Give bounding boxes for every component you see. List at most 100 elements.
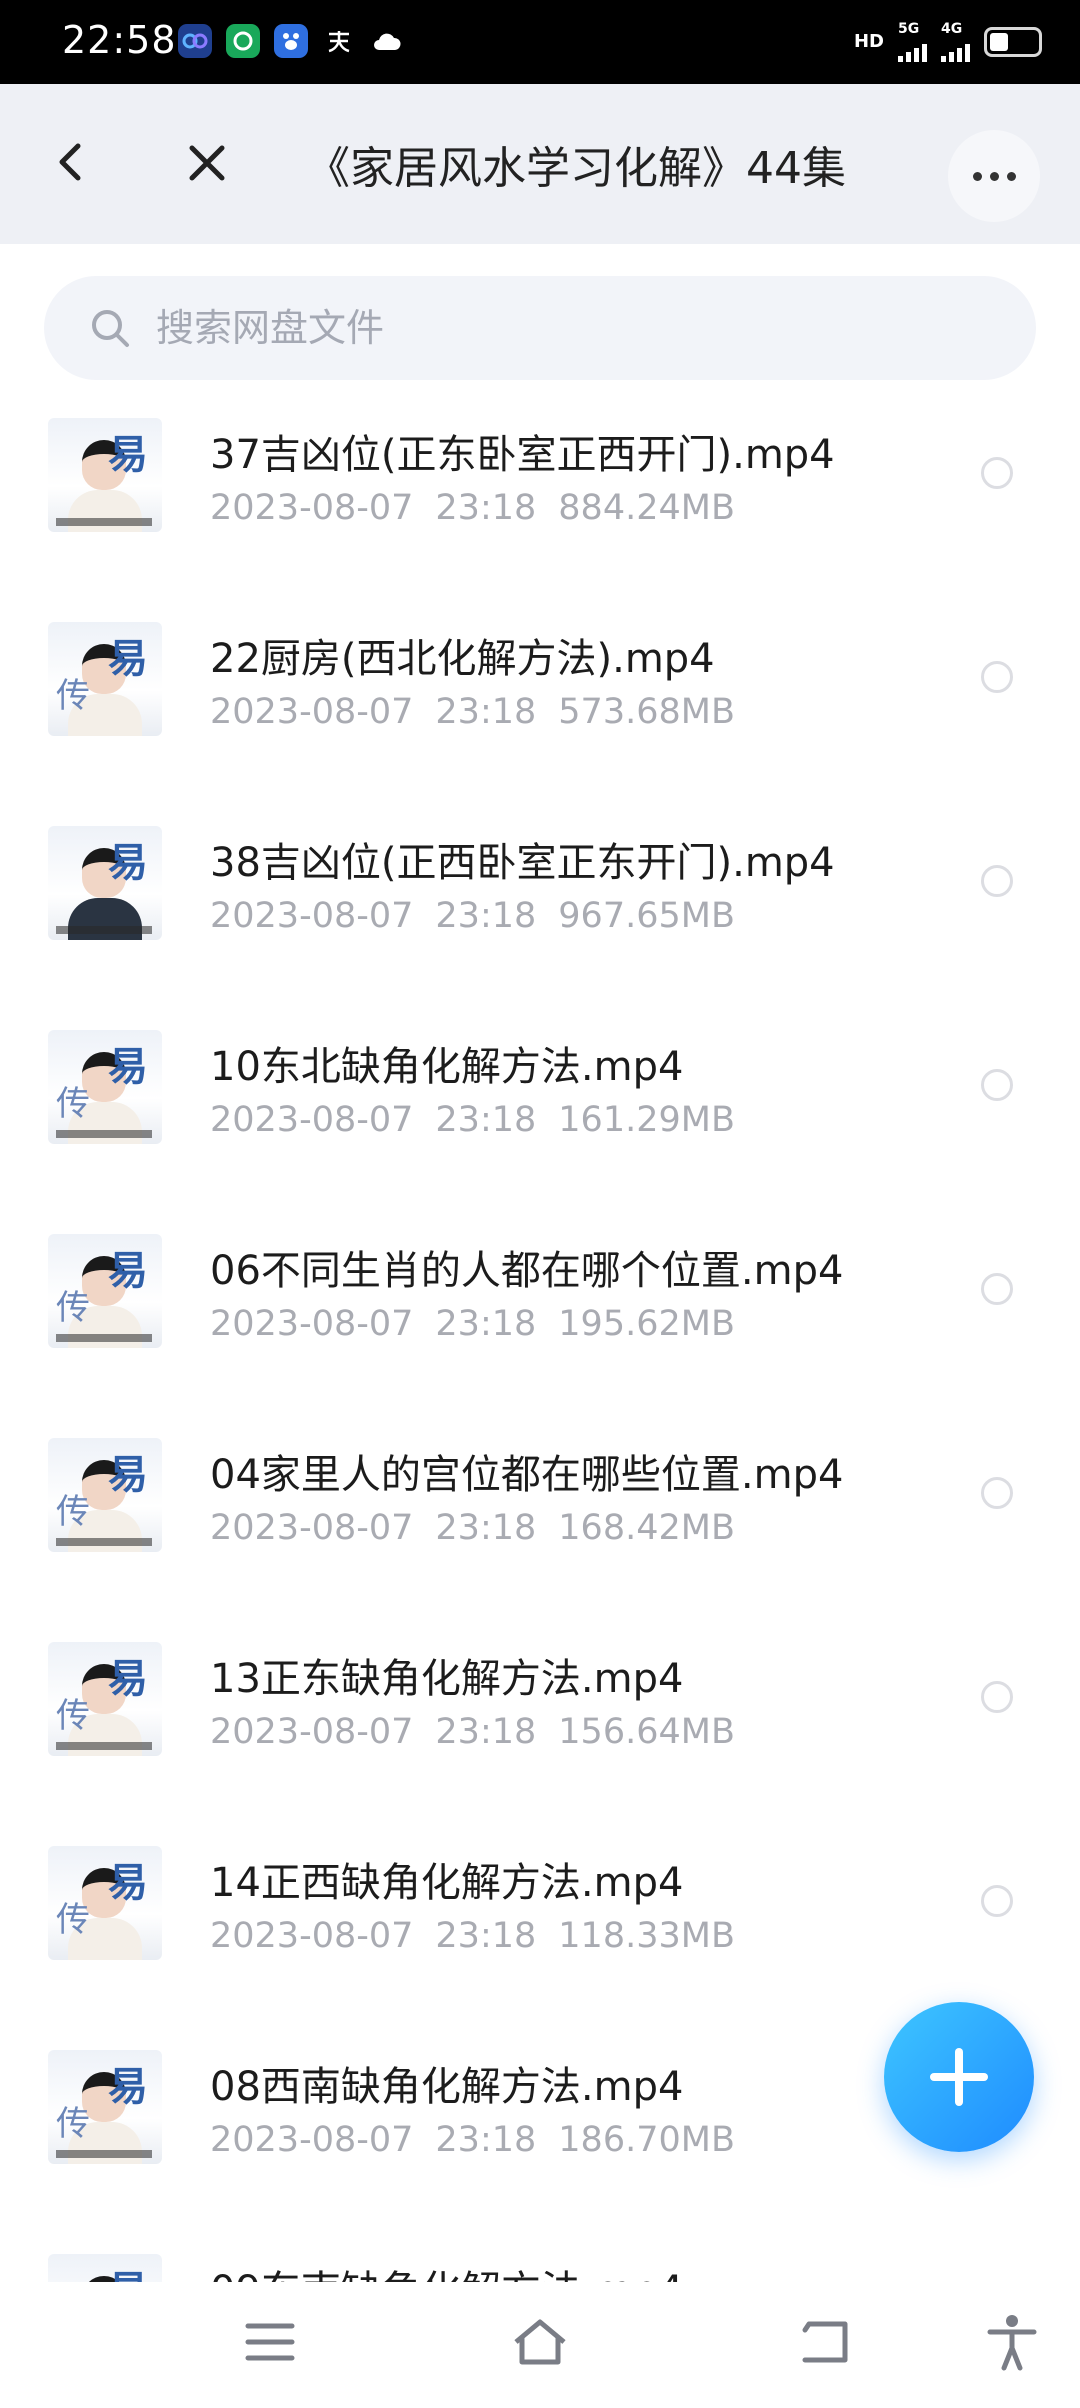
- file-size: 168.42MB: [558, 1508, 735, 1548]
- header-bar: 《家居风水学习化解》44集: [0, 84, 1080, 244]
- file-name: 06不同生肖的人都在哪个位置.mp4: [210, 1248, 844, 1294]
- baidu-icon: [274, 24, 308, 58]
- battery-icon: [984, 27, 1042, 57]
- file-name: 04家里人的宫位都在哪些位置.mp4: [210, 1452, 844, 1498]
- file-row[interactable]: 易 传 22厨房(西北化解方法).mp4 2023-08-07 23:18 573.…: [0, 604, 1080, 808]
- file-meta: 2023-08-07 23:18 573.68MB: [210, 692, 757, 732]
- app-screen: 22:58 HD 5G 4G 《家居风水学习化解》44集 搜索网盘文件 易 37…: [0, 0, 1080, 2408]
- select-radio[interactable]: [981, 1681, 1013, 1713]
- file-meta: 2023-08-07 23:18 156.64MB: [210, 1712, 757, 1752]
- file-time: 23:18: [435, 1100, 537, 1140]
- back-icon: [802, 2321, 848, 2363]
- signal-5g-label: 5G: [898, 21, 920, 37]
- file-row[interactable]: 易 传 13正东缺角化解方法.mp4 2023-08-07 23:18 156.64…: [0, 1624, 1080, 1828]
- file-date: 2023-08-07: [210, 1712, 414, 1752]
- video-thumbnail: 易 传: [48, 1030, 162, 1144]
- video-thumbnail: 易 传: [48, 622, 162, 736]
- thumbnail-glyph-left: 传: [56, 676, 90, 716]
- file-meta: 2023-08-07 23:18 884.24MB: [210, 488, 757, 528]
- search-bar[interactable]: [44, 276, 1036, 380]
- file-meta: 2023-08-07 23:18 195.62MB: [210, 1304, 757, 1344]
- accessibility-button[interactable]: [982, 2312, 1042, 2372]
- search-input[interactable]: [156, 298, 976, 358]
- status-bar: 22:58 HD 5G 4G: [0, 0, 1080, 84]
- file-time: 23:18: [435, 488, 537, 528]
- home-button[interactable]: [510, 2312, 570, 2372]
- file-name: 10东北缺角化解方法.mp4: [210, 1044, 684, 1090]
- status-time: 22:58: [62, 18, 177, 62]
- video-thumbnail: 易 传: [48, 2050, 162, 2164]
- thumbnail-glyph-top: 易: [108, 1452, 148, 1498]
- thumbnail-glyph-top: 易: [108, 1860, 148, 1906]
- video-thumbnail: 易: [48, 2254, 162, 2282]
- file-meta: 2023-08-07 23:18 186.70MB: [210, 2120, 757, 2160]
- chevron-left-icon: [59, 143, 81, 181]
- thumbnail-glyph-left: 传: [56, 1900, 90, 1940]
- file-size: 161.29MB: [558, 1100, 735, 1140]
- video-thumbnail: 易 传: [48, 1234, 162, 1348]
- search-icon: [92, 310, 129, 347]
- select-radio[interactable]: [981, 1885, 1013, 1917]
- file-date: 2023-08-07: [210, 1508, 414, 1548]
- file-name: 08西南缺角化解方法.mp4: [210, 2064, 684, 2110]
- back-button[interactable]: [50, 140, 94, 184]
- select-radio[interactable]: [981, 865, 1013, 897]
- security-icon: [226, 24, 260, 58]
- more-dot-icon: [972, 171, 982, 181]
- select-radio[interactable]: [981, 457, 1013, 489]
- file-name: 13正东缺角化解方法.mp4: [210, 1656, 684, 1702]
- status-indicators: HD 5G 4G: [854, 22, 1042, 62]
- thumbnail-glyph-top: 易: [108, 2064, 148, 2110]
- file-size: 118.33MB: [558, 1916, 735, 1956]
- home-icon: [514, 2319, 566, 2365]
- file-meta: 2023-08-07 23:18 168.42MB: [210, 1508, 757, 1548]
- more-dot-icon: [989, 171, 999, 181]
- thumbnail-glyph-left: 传: [56, 1492, 90, 1532]
- select-radio[interactable]: [981, 1273, 1013, 1305]
- add-button[interactable]: [884, 2002, 1034, 2152]
- hd-indicator: HD: [853, 31, 884, 52]
- file-row[interactable]: 易 38吉凶位(正西卧室正东开门).mp4 2023-08-07 23:18 967…: [0, 808, 1080, 1012]
- close-button[interactable]: [184, 140, 230, 186]
- file-row[interactable]: 易 传 14正西缺角化解方法.mp4 2023-08-07 23:18 118.33…: [0, 1828, 1080, 2032]
- file-date: 2023-08-07: [210, 1304, 414, 1344]
- video-thumbnail: 易 传: [48, 1846, 162, 1960]
- file-row[interactable]: 易 传 04家里人的宫位都在哪些位置.mp4 2023-08-07 23:18 16…: [0, 1420, 1080, 1624]
- cloud-icon: [178, 24, 212, 58]
- signal-4g-icon: 4G: [941, 22, 970, 62]
- file-time: 23:18: [435, 1916, 537, 1956]
- menu-button[interactable]: [240, 2312, 300, 2372]
- more-dot-icon: [1006, 171, 1016, 181]
- file-size: 967.65MB: [558, 896, 735, 936]
- accessibility-icon: [987, 2315, 1037, 2371]
- file-size: 186.70MB: [558, 2120, 735, 2160]
- signal-5g-icon: 5G: [898, 22, 927, 62]
- file-row[interactable]: 易 09东南缺角化解方法.mp4: [0, 2236, 1080, 2282]
- thumbnail-glyph-top: 易: [108, 1248, 148, 1294]
- file-time: 23:18: [435, 896, 537, 936]
- file-row[interactable]: 易 传 06不同生肖的人都在哪个位置.mp4 2023-08-07 23:18 19…: [0, 1216, 1080, 1420]
- select-radio[interactable]: [981, 1069, 1013, 1101]
- thumbnail-glyph-left: 传: [56, 1696, 90, 1736]
- system-nav-bar: [0, 2282, 1080, 2408]
- file-date: 2023-08-07: [210, 1916, 414, 1956]
- file-list: 易 37吉凶位(正东卧室正西开门).mp4 2023-08-07 23:18 884…: [0, 400, 1080, 2282]
- file-row[interactable]: 易 37吉凶位(正东卧室正西开门).mp4 2023-08-07 23:18 884…: [0, 400, 1080, 604]
- select-radio[interactable]: [981, 1477, 1013, 1509]
- file-time: 23:18: [435, 1508, 537, 1548]
- file-meta: 2023-08-07 23:18 967.65MB: [210, 896, 757, 936]
- close-icon: [189, 145, 225, 181]
- file-name: 14正西缺角化解方法.mp4: [210, 1860, 684, 1906]
- back-nav-button[interactable]: [795, 2312, 855, 2372]
- file-name: 22厨房(西北化解方法).mp4: [210, 636, 715, 682]
- status-app-icons: [178, 24, 404, 58]
- file-row[interactable]: 易 传 10东北缺角化解方法.mp4 2023-08-07 23:18 161.29…: [0, 1012, 1080, 1216]
- select-radio[interactable]: [981, 661, 1013, 693]
- more-button[interactable]: [948, 130, 1040, 222]
- file-time: 23:18: [435, 1304, 537, 1344]
- file-date: 2023-08-07: [210, 2120, 414, 2160]
- file-time: 23:18: [435, 1712, 537, 1752]
- video-thumbnail: 易: [48, 826, 162, 940]
- thumbnail-glyph-top: 易: [108, 636, 148, 682]
- thumbnail-glyph-top: 易: [108, 1656, 148, 1702]
